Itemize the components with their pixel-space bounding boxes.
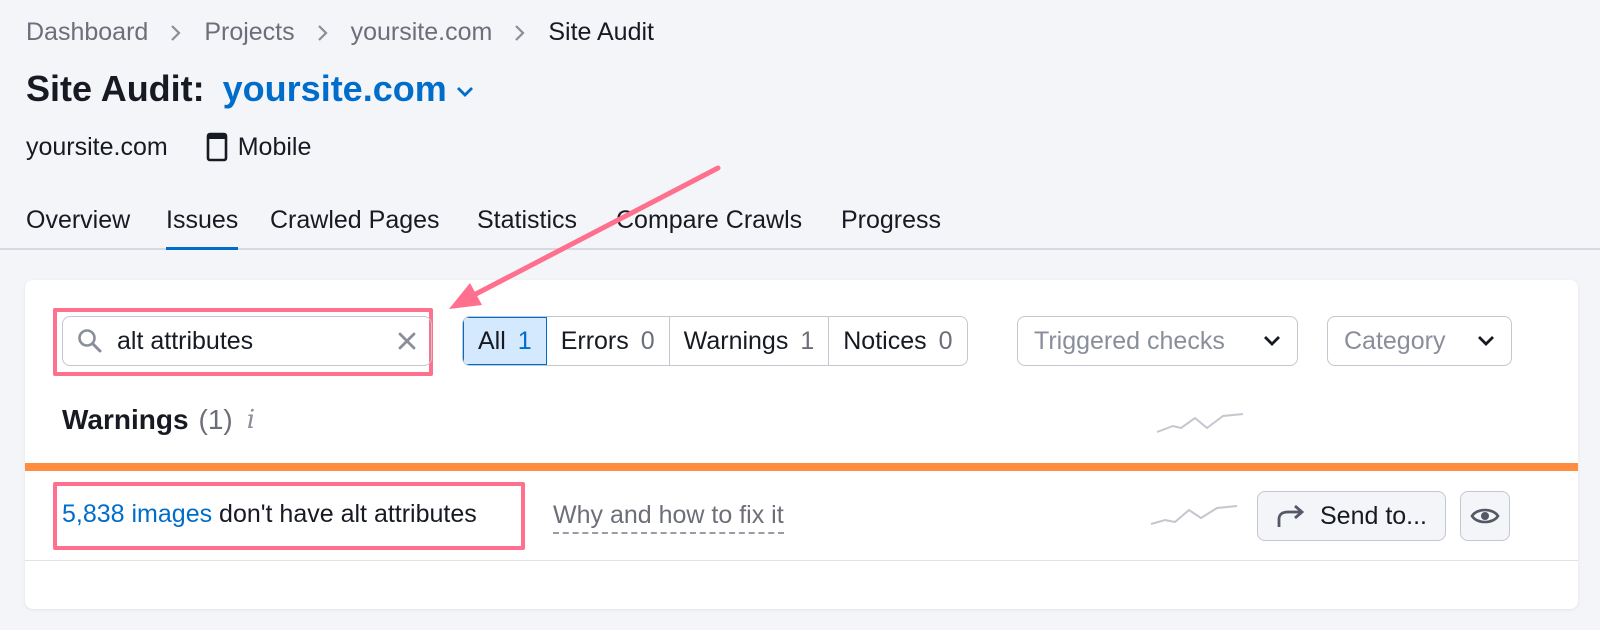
tab-compare-crawls[interactable]: Compare Crawls	[616, 206, 802, 250]
chevron-right-icon	[170, 24, 182, 42]
device-indicator: Mobile	[206, 132, 312, 162]
hide-issue-button[interactable]	[1460, 491, 1510, 541]
issue-description: 5,838 images don't have alt attributes	[62, 500, 477, 529]
filter-notices[interactable]: Notices 0	[829, 317, 966, 365]
issues-card: alt attributes All 1 Errors 0 Warnings 1…	[25, 280, 1578, 609]
section-heading: Warnings (1) i	[62, 404, 255, 436]
clear-icon	[398, 332, 416, 350]
breadcrumb-project-domain[interactable]: yoursite.com	[351, 18, 493, 47]
send-to-button[interactable]: Send to...	[1257, 491, 1446, 541]
send-to-label: Send to...	[1319, 501, 1428, 530]
tab-progress[interactable]: Progress	[841, 206, 941, 250]
chevron-right-icon	[317, 24, 329, 42]
issue-count-link[interactable]: 5,838 images	[62, 500, 212, 528]
chevron-down-icon	[1478, 336, 1494, 346]
page-title: Site Audit:	[26, 68, 205, 109]
severity-filter: All 1 Errors 0 Warnings 1 Notices 0	[462, 316, 968, 366]
filter-count: 0	[640, 326, 655, 355]
project-selector[interactable]: yoursite.com	[223, 68, 447, 110]
row-divider	[25, 560, 1578, 561]
mobile-icon	[206, 132, 228, 162]
tab-issues[interactable]: Issues	[166, 206, 239, 250]
category-dropdown[interactable]: Category	[1327, 316, 1512, 366]
filter-label: Warnings	[683, 326, 789, 355]
warning-severity-bar	[25, 463, 1578, 471]
filter-count: 0	[938, 326, 953, 355]
filter-label: Errors	[560, 326, 629, 355]
breadcrumb-current: Site Audit	[548, 18, 654, 46]
tab-statistics[interactable]: Statistics	[477, 206, 577, 250]
page-header: Site Audit: yoursite.com	[26, 68, 475, 110]
filter-label: Notices	[843, 326, 927, 355]
triggered-checks-dropdown[interactable]: Triggered checks	[1017, 316, 1298, 366]
tab-bar: Overview Issues Crawled Pages Statistics…	[0, 200, 1600, 250]
dropdown-label: Category	[1344, 326, 1446, 355]
breadcrumb: Dashboard Projects yoursite.com Site Aud…	[26, 18, 654, 47]
breadcrumb-projects[interactable]: Projects	[204, 18, 294, 47]
search-input[interactable]: alt attributes	[62, 316, 432, 366]
device-label: Mobile	[237, 132, 312, 161]
why-fix-link[interactable]: Why and how to fix it	[553, 501, 784, 534]
tab-overview[interactable]: Overview	[26, 206, 130, 250]
dropdown-label: Triggered checks	[1034, 326, 1225, 355]
tab-crawled-pages[interactable]: Crawled Pages	[270, 206, 440, 250]
trend-sparkline	[1150, 505, 1238, 525]
filter-warnings[interactable]: Warnings 1	[670, 317, 830, 365]
breadcrumb-dashboard[interactable]: Dashboard	[26, 18, 148, 47]
chevron-down-icon[interactable]	[455, 85, 475, 99]
chevron-down-icon	[1264, 336, 1280, 346]
issue-text: don't have alt attributes	[212, 500, 477, 528]
search-value: alt attributes	[117, 326, 254, 355]
eye-icon	[1470, 508, 1500, 524]
filter-all[interactable]: All 1	[463, 317, 547, 365]
filter-label: All	[478, 326, 506, 355]
section-count: (1)	[198, 404, 233, 435]
info-icon[interactable]: i	[247, 405, 255, 435]
section-title: Warnings	[62, 404, 189, 435]
project-meta: yoursite.com Mobile	[26, 132, 311, 162]
filter-errors[interactable]: Errors 0	[547, 317, 670, 365]
filter-count: 1	[517, 326, 532, 355]
share-arrow-icon	[1277, 504, 1305, 527]
search-icon	[78, 329, 102, 353]
filter-count: 1	[800, 326, 815, 355]
trend-sparkline	[1156, 413, 1244, 433]
chevron-right-icon	[514, 24, 526, 42]
site-label: yoursite.com	[26, 132, 168, 161]
